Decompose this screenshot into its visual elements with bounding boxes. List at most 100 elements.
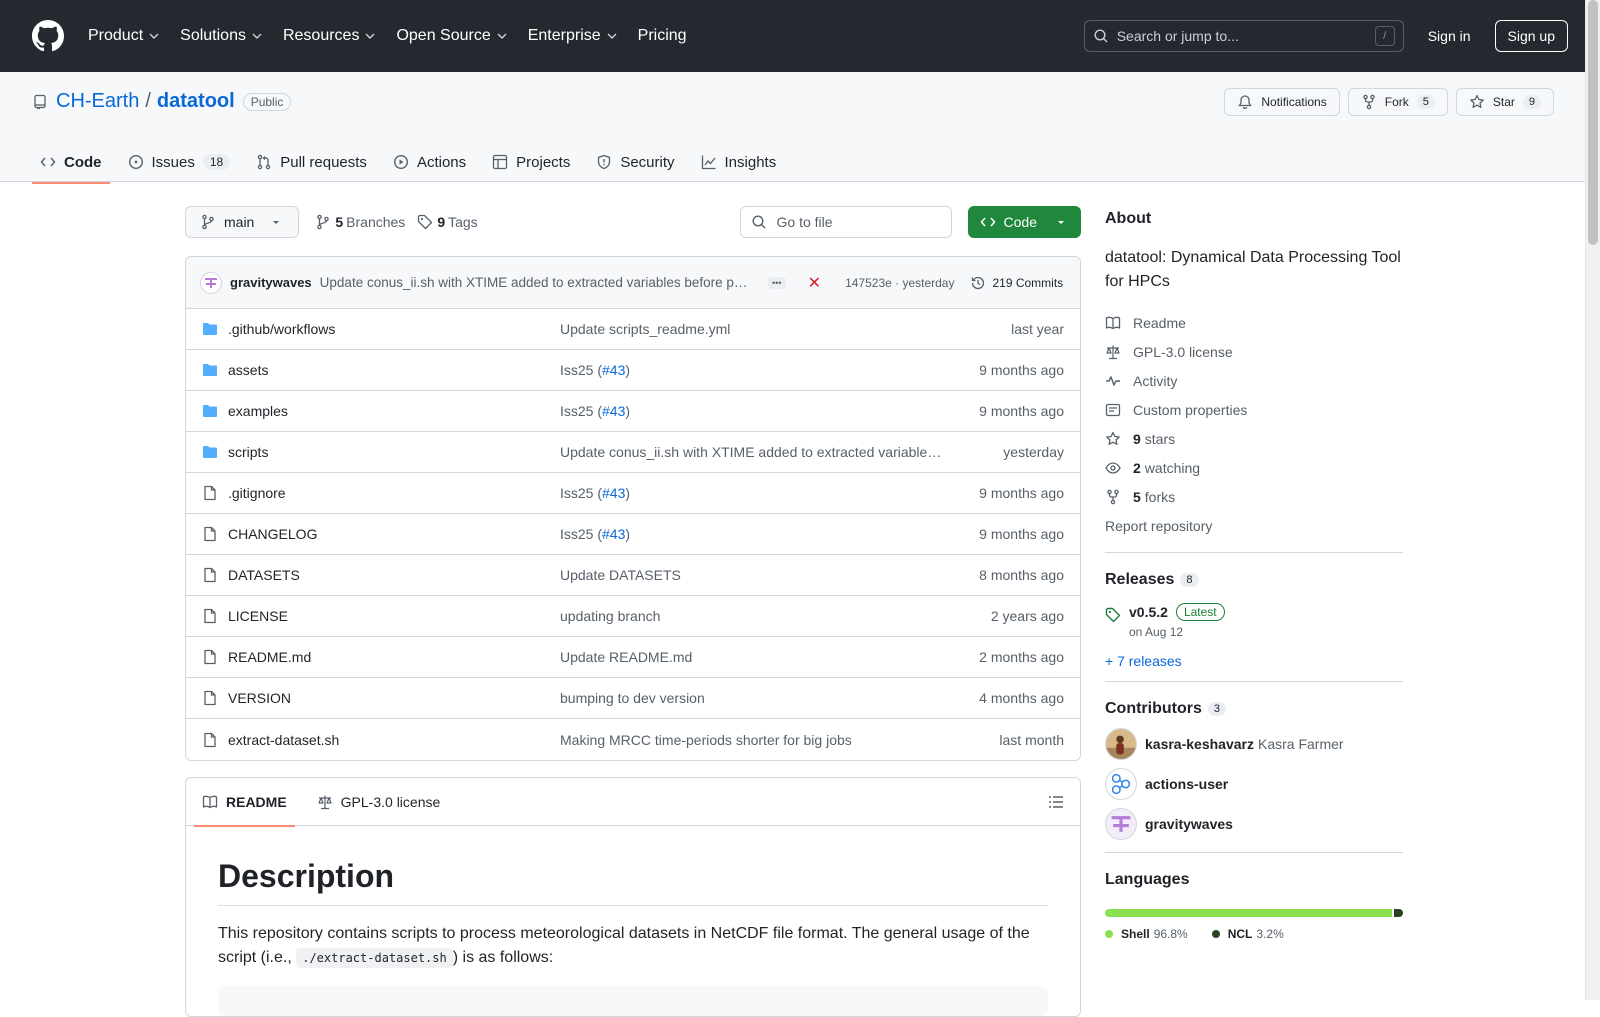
file-commit-message[interactable]: updating branch xyxy=(560,608,943,624)
tab-insights[interactable]: Insights xyxy=(693,142,785,182)
fork-button[interactable]: Fork 5 xyxy=(1347,88,1448,116)
releases-heading[interactable]: Releases 8 xyxy=(1105,571,1403,589)
branch-icon xyxy=(202,214,214,230)
contributor-item[interactable]: gravitywaves xyxy=(1105,808,1403,840)
about-item-watching[interactable]: 2 watching xyxy=(1105,453,1403,482)
star-button[interactable]: Star 9 xyxy=(1455,88,1554,116)
latest-release[interactable]: v0.5.2 Latest on Aug 12 xyxy=(1105,603,1403,639)
tab-actions[interactable]: Actions xyxy=(385,142,474,182)
tab-code[interactable]: Code xyxy=(32,142,110,184)
file-commit-message[interactable]: Iss25 (#43) xyxy=(560,485,943,501)
file-row[interactable]: scripts Update conus_ii.sh with XTIME add… xyxy=(186,432,1080,473)
page-scrollbar[interactable] xyxy=(1585,0,1600,1000)
code-dropdown-button[interactable]: Code xyxy=(967,206,1081,238)
file-commit-message[interactable]: Making MRCC time-periods shorter for big… xyxy=(560,732,943,748)
file-commit-message[interactable]: Iss25 (#43) xyxy=(560,362,943,378)
search-input[interactable]: Search or jump to... / xyxy=(1083,20,1404,52)
nav-label: Resources xyxy=(282,27,360,44)
file-commit-message[interactable]: Iss25 (#43) xyxy=(560,403,943,419)
file-row[interactable]: assets Iss25 (#43) 9 months ago xyxy=(186,350,1080,391)
file-name[interactable]: .github/workflows xyxy=(228,321,560,337)
file-row[interactable]: LICENSE updating branch 2 years ago xyxy=(186,596,1080,637)
github-logo-icon[interactable] xyxy=(32,20,64,52)
file-row[interactable]: .github/workflows Update scripts_readme.y… xyxy=(186,309,1080,350)
language-item[interactable]: NCL 3.2% xyxy=(1211,927,1284,941)
file-name[interactable]: scripts xyxy=(228,444,560,460)
commit-author[interactable]: gravitywaves xyxy=(230,275,312,290)
about-item-forks[interactable]: 5 forks xyxy=(1105,482,1403,511)
contributor-item[interactable]: kasra-keshavarz Kasra Farmer xyxy=(1105,728,1403,760)
more-releases-link[interactable]: + 7 releases xyxy=(1105,653,1403,669)
language-item[interactable]: Shell 96.8% xyxy=(1105,927,1188,941)
tab-license[interactable]: GPL-3.0 license xyxy=(309,778,449,826)
language-percent: 3.2% xyxy=(1256,927,1284,941)
file-row[interactable]: CHANGELOG Iss25 (#43) 9 months ago xyxy=(186,514,1080,555)
pr-ref-link[interactable]: #43 xyxy=(602,526,625,542)
x-icon[interactable]: ✕ xyxy=(808,273,821,293)
file-commit-message[interactable]: Update README.md xyxy=(560,649,943,665)
file-name[interactable]: README.md xyxy=(228,649,560,665)
file-name[interactable]: DATASETS xyxy=(228,567,560,583)
nav-enterprise[interactable]: Enterprise xyxy=(526,27,628,45)
file-name[interactable]: CHANGELOG xyxy=(228,526,560,542)
about-item-gpl-3-0-license[interactable]: GPL-3.0 license xyxy=(1105,337,1403,366)
tab-projects[interactable]: Projects xyxy=(484,142,578,182)
file-commit-message[interactable]: Iss25 (#43) xyxy=(560,526,943,542)
tab-label: Projects xyxy=(516,153,571,171)
ellipsis-icon[interactable]: ••• xyxy=(767,276,786,289)
tab-security[interactable]: Security xyxy=(588,142,682,182)
file-row[interactable]: extract-dataset.sh Making MRCC time-perio… xyxy=(186,719,1080,760)
repo-name-link[interactable]: datatool xyxy=(157,90,235,113)
file-name[interactable]: VERSION xyxy=(228,690,560,706)
file-row[interactable]: VERSION bumping to dev version 4 months ag… xyxy=(186,678,1080,719)
tab-issues[interactable]: Issues 18 xyxy=(120,142,239,182)
tab-readme[interactable]: README xyxy=(194,778,295,827)
contributors-heading[interactable]: Contributors 3 xyxy=(1105,700,1403,718)
nav-product[interactable]: Product xyxy=(86,27,170,45)
contributors-count: 3 xyxy=(1207,702,1226,716)
file-row[interactable]: .gitignore Iss25 (#43) 9 months ago xyxy=(186,473,1080,514)
about-item-readme[interactable]: Readme xyxy=(1105,308,1403,337)
file-name[interactable]: .gitignore xyxy=(228,485,560,501)
file-row[interactable]: examples Iss25 (#43) 9 months ago xyxy=(186,391,1080,432)
report-repository-link[interactable]: Report repository xyxy=(1105,511,1403,540)
file-name[interactable]: examples xyxy=(228,403,560,419)
nav-resources[interactable]: Resources xyxy=(281,27,386,45)
pr-ref-link[interactable]: #43 xyxy=(602,485,625,501)
tag-icon xyxy=(1105,607,1121,623)
avatar[interactable] xyxy=(200,271,222,294)
file-name[interactable]: LICENSE xyxy=(228,608,560,624)
tab-pull-requests[interactable]: Pull requests xyxy=(248,142,375,182)
branches-link[interactable]: 5 Branches xyxy=(315,214,405,230)
file-name[interactable]: assets xyxy=(228,362,560,378)
nav-open-source[interactable]: Open Source xyxy=(394,27,517,45)
sign-in-link[interactable]: Sign in xyxy=(1428,28,1471,44)
file-commit-message[interactable]: Update scripts_readme.yml xyxy=(560,321,943,337)
scrollbar-thumb[interactable] xyxy=(1588,0,1598,245)
history-icon xyxy=(972,276,985,289)
file-commit-message[interactable]: bumping to dev version xyxy=(560,690,943,706)
contributor-item[interactable]: actions-user xyxy=(1105,768,1403,800)
nav-solutions[interactable]: Solutions xyxy=(178,27,273,45)
about-item-stars[interactable]: 9 stars xyxy=(1105,424,1403,453)
commit-sha-time[interactable]: 147523e · yesterday xyxy=(845,276,954,290)
list-unordered-icon[interactable] xyxy=(1048,794,1064,810)
nav-pricing[interactable]: Pricing xyxy=(636,27,697,45)
file-name[interactable]: extract-dataset.sh xyxy=(228,732,560,748)
commit-message[interactable]: Update conus_ii.sh with XTIME added to e… xyxy=(320,275,748,290)
about-item-custom-properties[interactable]: Custom properties xyxy=(1105,395,1403,424)
commits-link[interactable]: 219 Commits xyxy=(970,275,1063,291)
go-to-file-input[interactable]: Go to file xyxy=(739,206,952,238)
about-item-activity[interactable]: Activity xyxy=(1105,366,1403,395)
file-commit-message[interactable]: Update DATASETS xyxy=(560,567,943,583)
notifications-button[interactable]: Notifications xyxy=(1224,88,1340,116)
tags-link[interactable]: 9 Tags xyxy=(417,214,478,230)
repo-owner-link[interactable]: CH-Earth xyxy=(56,90,139,113)
file-commit-message[interactable]: Update conus_ii.sh with XTIME added to e… xyxy=(560,444,943,460)
file-row[interactable]: DATASETS Update DATASETS 8 months ago xyxy=(186,555,1080,596)
branch-selector[interactable]: main xyxy=(185,206,300,238)
file-row[interactable]: README.md Update README.md 2 months ago xyxy=(186,637,1080,678)
sign-up-button[interactable]: Sign up xyxy=(1494,20,1568,52)
pr-ref-link[interactable]: #43 xyxy=(602,362,625,378)
pr-ref-link[interactable]: #43 xyxy=(602,403,625,419)
